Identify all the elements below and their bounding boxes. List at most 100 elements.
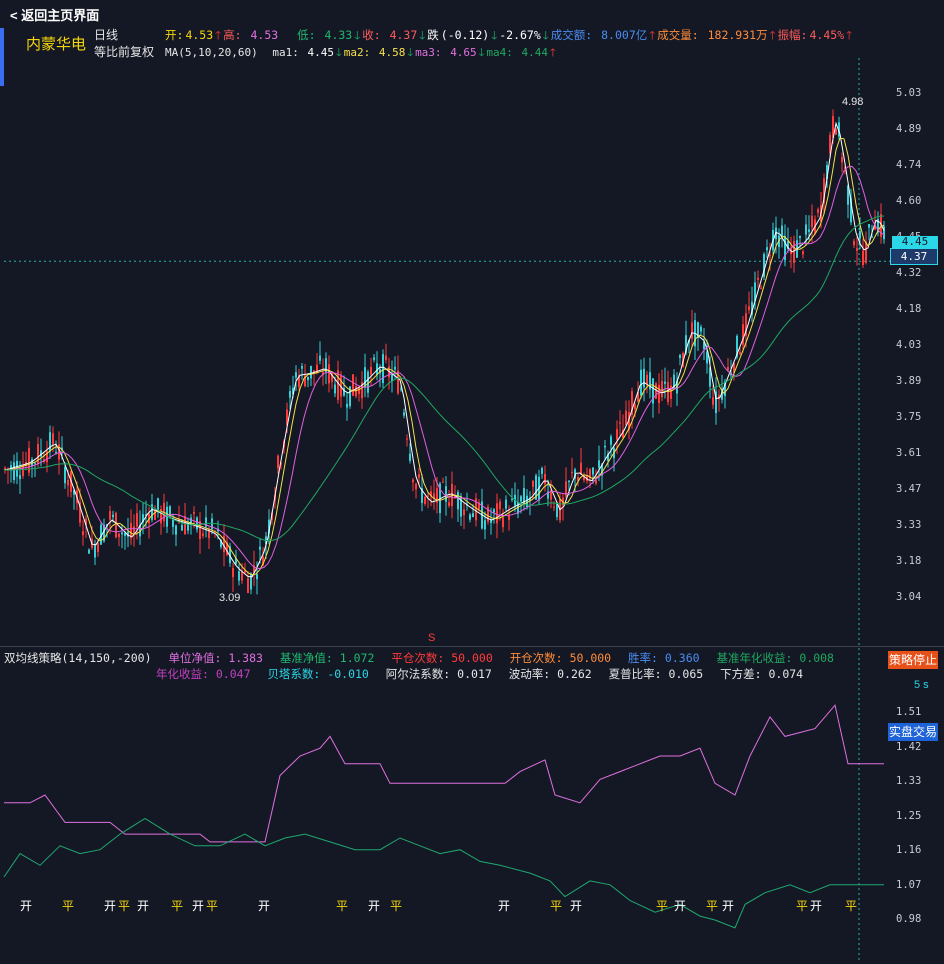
candle-body (52, 433, 54, 446)
bench-annual-label: 基准年化收益: (716, 651, 793, 665)
ma3-line (3, 165, 885, 570)
candle-body (88, 549, 90, 554)
price-tick: 3.18 (896, 555, 922, 567)
candle-body (64, 467, 66, 484)
high-value: 4.53 (250, 28, 279, 42)
live-trade-button[interactable]: 实盘交易 (888, 723, 938, 741)
candle-body (781, 225, 783, 237)
ma1-value: 4.45 (307, 46, 334, 59)
change-pct: -2.67% (499, 28, 541, 42)
strategy-stop-button[interactable]: 策略停止 (888, 651, 938, 669)
candle-body (592, 467, 594, 475)
signal-close: 平 (118, 899, 131, 913)
candle-body (667, 382, 669, 403)
candle-body (13, 462, 15, 480)
candle-body (319, 355, 321, 361)
arrow-down-icon: 🡓 (354, 28, 361, 42)
candle-body (760, 287, 762, 289)
open-count-value: 50.000 (569, 651, 612, 665)
beta-value: -0.010 (327, 667, 369, 681)
win-rate-label: 胜率: (628, 651, 658, 665)
price-tick: 3.33 (896, 519, 922, 531)
bench-annual-value: 0.008 (799, 651, 834, 665)
arrow-up-icon: 🡑 (846, 28, 853, 42)
arrow-down-icon: 🡓 (478, 46, 485, 59)
price-tick: 3.89 (896, 375, 922, 387)
sharpe-value: 0.065 (668, 667, 704, 681)
alpha-label: 阿尔法系数: (385, 667, 451, 681)
candle-body (424, 496, 426, 505)
candle-body (802, 251, 804, 255)
panel-divider (0, 646, 944, 647)
candle-body (670, 385, 672, 399)
candle-body (445, 486, 447, 502)
price-tick: 3.04 (896, 591, 922, 603)
annual-value: 0.047 (215, 667, 251, 681)
signal-open: 开 (368, 899, 381, 913)
candle-body (553, 506, 555, 508)
candle-body (334, 384, 336, 394)
arrow-down-icon: 🡓 (407, 46, 414, 59)
signal-open: 开 (498, 899, 511, 913)
candle-body (646, 374, 648, 385)
candle-body (355, 386, 357, 397)
nav-tick: 1.07 (896, 878, 922, 891)
nav-tick: 1.16 (896, 844, 922, 856)
current-price-box: 4.37 (890, 248, 938, 265)
sharpe-label: 夏普比率: (608, 667, 662, 681)
amount-label: 成交额: (550, 28, 593, 42)
candle-body (841, 157, 843, 163)
candle-body (799, 236, 801, 238)
price-tick: 4.74 (896, 159, 922, 171)
low-value: 4.33 (324, 28, 353, 42)
candle-body (370, 366, 372, 375)
stock-name: 内蒙华电 (26, 36, 87, 53)
ma1-label: ma1: (272, 46, 299, 59)
high-annotation: 4.98 (842, 96, 864, 108)
candle-body (181, 524, 183, 531)
candle-body (442, 481, 444, 483)
candle-body (661, 381, 663, 398)
candle-body (109, 511, 111, 520)
open-value: 4.53 (185, 28, 214, 42)
candle-body (247, 578, 249, 594)
candle-body (739, 352, 741, 355)
candle-body (403, 412, 405, 416)
arrow-up-icon: 🡑 (769, 28, 776, 42)
nav-tick: 1.42 (896, 740, 922, 753)
candle-body (184, 515, 186, 535)
vol-value: 0.262 (557, 667, 592, 681)
candle-body (634, 404, 636, 410)
signal-close: 平 (62, 899, 75, 913)
signal-close: 平 (550, 899, 563, 913)
candle-body (808, 229, 810, 232)
candle-body (301, 366, 303, 369)
candle-body (295, 372, 297, 378)
candle-body (415, 483, 417, 490)
downside-label: 下方差: (720, 667, 762, 681)
candle-body (862, 251, 864, 266)
candle-body (568, 480, 570, 482)
arrow-up-icon: 🡑 (550, 46, 556, 59)
signal-open: 开 (20, 899, 33, 913)
candle-body (598, 460, 600, 468)
candle-body (679, 354, 681, 359)
candle-body (196, 517, 198, 530)
candle-body (67, 479, 69, 486)
change-value: (-0.12) (440, 28, 490, 42)
candle-body (511, 498, 513, 500)
candle-body (115, 512, 117, 538)
close-value: 4.37 (389, 28, 418, 42)
kline-chart-canvas[interactable] (0, 0, 944, 964)
price-tick: 4.60 (896, 195, 922, 207)
arrow-up-icon: 🡑 (215, 28, 222, 42)
candle-body (19, 475, 21, 480)
strategy-name: 双均线策略(14,150,-200) (4, 651, 152, 665)
back-button[interactable]: < 返回主页界面 (10, 5, 99, 24)
signal-close: 平 (845, 899, 858, 913)
candle-body (691, 322, 693, 339)
candle-body (769, 254, 771, 257)
signal-close: 平 (706, 899, 719, 913)
candle-body (571, 471, 573, 474)
candle-body (238, 571, 240, 581)
